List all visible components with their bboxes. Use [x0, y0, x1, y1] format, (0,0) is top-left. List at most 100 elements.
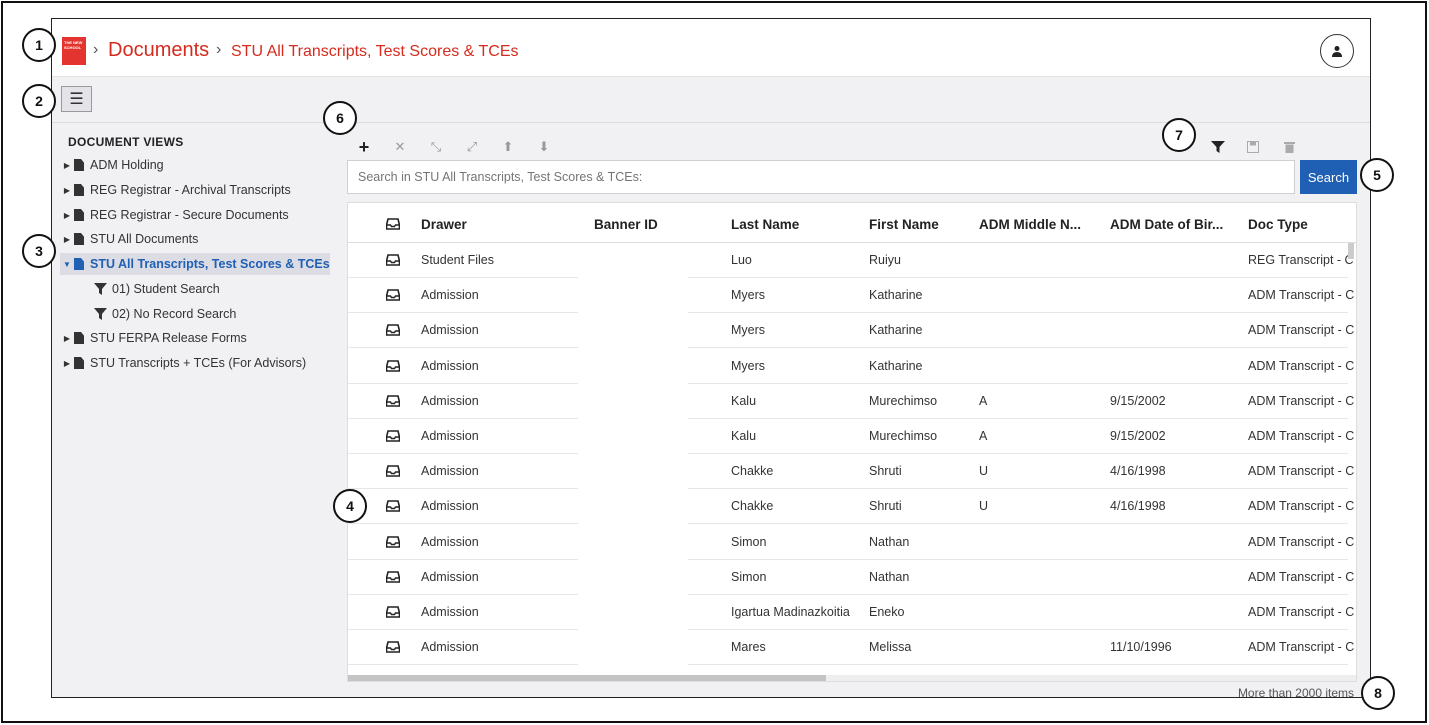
- breadcrumb-separator: ›: [216, 41, 222, 58]
- table-row[interactable]: Admission Chakke Shruti U 4/16/1998 ADM Trans…: [348, 454, 1354, 490]
- document-icon: [74, 258, 84, 270]
- callout-marker: 6: [323, 101, 357, 135]
- user-icon: [1332, 46, 1342, 57]
- filter-icon: [1211, 141, 1225, 153]
- cell-doc-type: ADM Transcript - C: [1248, 393, 1355, 408]
- sidebar-item-stu-advisors[interactable]: ▶ STU Transcripts + TCEs (For Advisors): [60, 352, 330, 374]
- cell-doc-type: ADM Transcript - C: [1248, 358, 1355, 373]
- horizontal-scrollbar-thumb[interactable]: [348, 675, 826, 681]
- sidebar-item-label: 01) Student Search: [112, 282, 220, 296]
- vertical-scrollbar[interactable]: [1348, 243, 1354, 259]
- expand-arrow-icon[interactable]: ▶: [60, 186, 74, 195]
- cell-drawer: Admission: [421, 288, 479, 303]
- cell-last-name: Chakke: [731, 499, 774, 514]
- drawer-icon: [386, 359, 400, 372]
- table-row[interactable]: Admission Myers Katharine ADM Transcript - …: [348, 349, 1354, 384]
- sidebar-item-reg-secure[interactable]: ▶ REG Registrar - Secure Documents: [60, 204, 330, 226]
- breadcrumb-current-view: STU All Transcripts, Test Scores & TCEs: [231, 43, 519, 60]
- column-header-banner-id[interactable]: Banner ID: [594, 217, 658, 232]
- sidebar-item-adm-holding[interactable]: ▶ ADM Holding: [60, 154, 330, 176]
- sidebar-item-reg-archival[interactable]: ▶ REG Registrar - Archival Transcripts: [60, 179, 330, 201]
- column-header-drawer[interactable]: Drawer: [421, 217, 467, 232]
- sidebar-item-label: 02) No Record Search: [112, 307, 237, 321]
- table-row[interactable]: Student Files Luo Ruiyu REG Transcript - C: [348, 243, 1354, 278]
- table-row[interactable]: Admission Simon Nathan ADM Transcript - C: [348, 525, 1354, 560]
- user-menu-button[interactable]: [1320, 34, 1354, 68]
- expand-button[interactable]: ⤢: [463, 138, 481, 156]
- column-header-middle-name[interactable]: ADM Middle N...: [979, 217, 1097, 232]
- item-count-status: More than 2000 items: [1237, 686, 1354, 698]
- table-row[interactable]: Admission Myers Katharine ADM Transcript - …: [348, 313, 1354, 349]
- expand-arrow-icon[interactable]: ▶: [60, 235, 74, 244]
- arrow-up-icon: ⬆: [502, 139, 514, 154]
- drawer-icon: [386, 324, 400, 337]
- drawer-icon: [386, 641, 400, 653]
- sidebar-item-label: STU All Transcripts, Test Scores & TCEs: [90, 257, 330, 271]
- sidebar-item-label: STU All Documents: [90, 232, 199, 246]
- cell-first-name: Katharine: [869, 323, 923, 338]
- horizontal-scrollbar[interactable]: [348, 675, 1356, 681]
- move-up-button[interactable]: ⬆: [499, 138, 517, 156]
- cell-drawer: Admission: [421, 393, 479, 408]
- drawer-icon: [386, 289, 400, 301]
- cell-date-of-birth: 11/10/1996: [1110, 640, 1172, 655]
- cell-doc-type: ADM Transcript - C: [1248, 464, 1355, 479]
- sidebar-title: DOCUMENT VIEWS: [68, 135, 184, 149]
- column-header-date-of-birth[interactable]: ADM Date of Bir...: [1110, 217, 1236, 232]
- table-row[interactable]: Admission Mares Melissa 11/10/1996 ADM Trans…: [348, 630, 1354, 666]
- sidebar-item-stu-ferpa[interactable]: ▶ STU FERPA Release Forms: [60, 327, 330, 349]
- cell-doc-type: ADM Transcript - C: [1248, 605, 1355, 619]
- sidebar-item-stu-all-documents[interactable]: ▶ STU All Documents: [60, 228, 330, 250]
- expand-arrow-icon[interactable]: ▶: [60, 334, 74, 343]
- delete-button[interactable]: [1280, 138, 1298, 156]
- filter-button[interactable]: [1209, 138, 1227, 156]
- table-row[interactable]: Admission Chakke Shruti U 4/16/1998 ADM Trans…: [348, 489, 1354, 525]
- expand-arrow-icon[interactable]: ▶: [60, 161, 74, 170]
- table-row[interactable]: Admission Kalu Murechimso A 9/15/2002 ADM Tra…: [348, 384, 1354, 419]
- save-button[interactable]: [1244, 138, 1262, 156]
- remove-button[interactable]: ✕: [391, 138, 409, 156]
- table-row[interactable]: Admission Myers Katharine ADM Transcript - …: [348, 278, 1354, 314]
- expand-arrow-icon[interactable]: ▶: [60, 359, 74, 368]
- cell-date-of-birth: 4/16/1998: [1110, 499, 1166, 514]
- expand-arrow-icon[interactable]: ▶: [60, 211, 74, 220]
- drawer-column-icon: [386, 218, 400, 230]
- cell-last-name: Igartua Madinazkoitia: [731, 605, 850, 619]
- document-icon: [74, 159, 84, 171]
- cell-first-name: Nathan: [869, 569, 910, 584]
- drawer-icon: [386, 394, 400, 407]
- cell-last-name: Luo: [731, 253, 752, 267]
- search-input[interactable]: [347, 160, 1295, 194]
- cell-first-name: Melissa: [869, 640, 912, 655]
- expand-icon: ⤢: [466, 139, 478, 154]
- table-row[interactable]: Admission Igartua Madinazkoitia Eneko ADM T…: [348, 595, 1354, 630]
- filter-icon: [94, 283, 108, 295]
- add-button[interactable]: +: [355, 137, 373, 157]
- column-header-doc-type[interactable]: Doc Type: [1248, 217, 1308, 232]
- new-school-logo[interactable]: THE NEW SCHOOL: [62, 37, 86, 65]
- search-button[interactable]: Search: [1300, 160, 1357, 194]
- breadcrumb-documents[interactable]: Documents: [108, 39, 209, 62]
- drawer-icon: [386, 535, 400, 548]
- sidebar-item-stu-all-transcripts[interactable]: ▼ STU All Transcripts, Test Scores & TCEs: [60, 253, 330, 275]
- sidebar-toggle-button[interactable]: ☰: [61, 86, 92, 112]
- cell-first-name: Ruiyu: [869, 253, 901, 267]
- column-header-first-name[interactable]: First Name: [869, 217, 939, 232]
- drawer-icon: [386, 430, 400, 442]
- callout-marker: 3: [22, 234, 56, 268]
- table-row[interactable]: Admission Simon Nathan ADM Transcript - C: [348, 560, 1354, 595]
- cell-drawer: Admission: [421, 640, 479, 655]
- table-row[interactable]: Admission Kalu Murechimso A 9/15/2002 ADM Tra…: [348, 419, 1354, 454]
- collapse-button[interactable]: ⤡: [427, 138, 445, 156]
- sidebar-item-student-search[interactable]: 01) Student Search: [94, 278, 324, 300]
- document-icon: [74, 209, 84, 221]
- cell-first-name: Eneko: [869, 605, 905, 619]
- column-header-last-name[interactable]: Last Name: [731, 217, 799, 232]
- cell-doc-type: ADM Transcript - C: [1248, 499, 1355, 514]
- cell-first-name: Shruti: [869, 464, 902, 479]
- move-down-button[interactable]: ⬇: [535, 138, 553, 156]
- collapse-arrow-icon[interactable]: ▼: [60, 260, 74, 269]
- sidebar-item-label: REG Registrar - Archival Transcripts: [90, 183, 291, 197]
- cell-doc-type: ADM Transcript - C: [1248, 569, 1355, 584]
- sidebar-item-no-record-search[interactable]: 02) No Record Search: [94, 303, 324, 325]
